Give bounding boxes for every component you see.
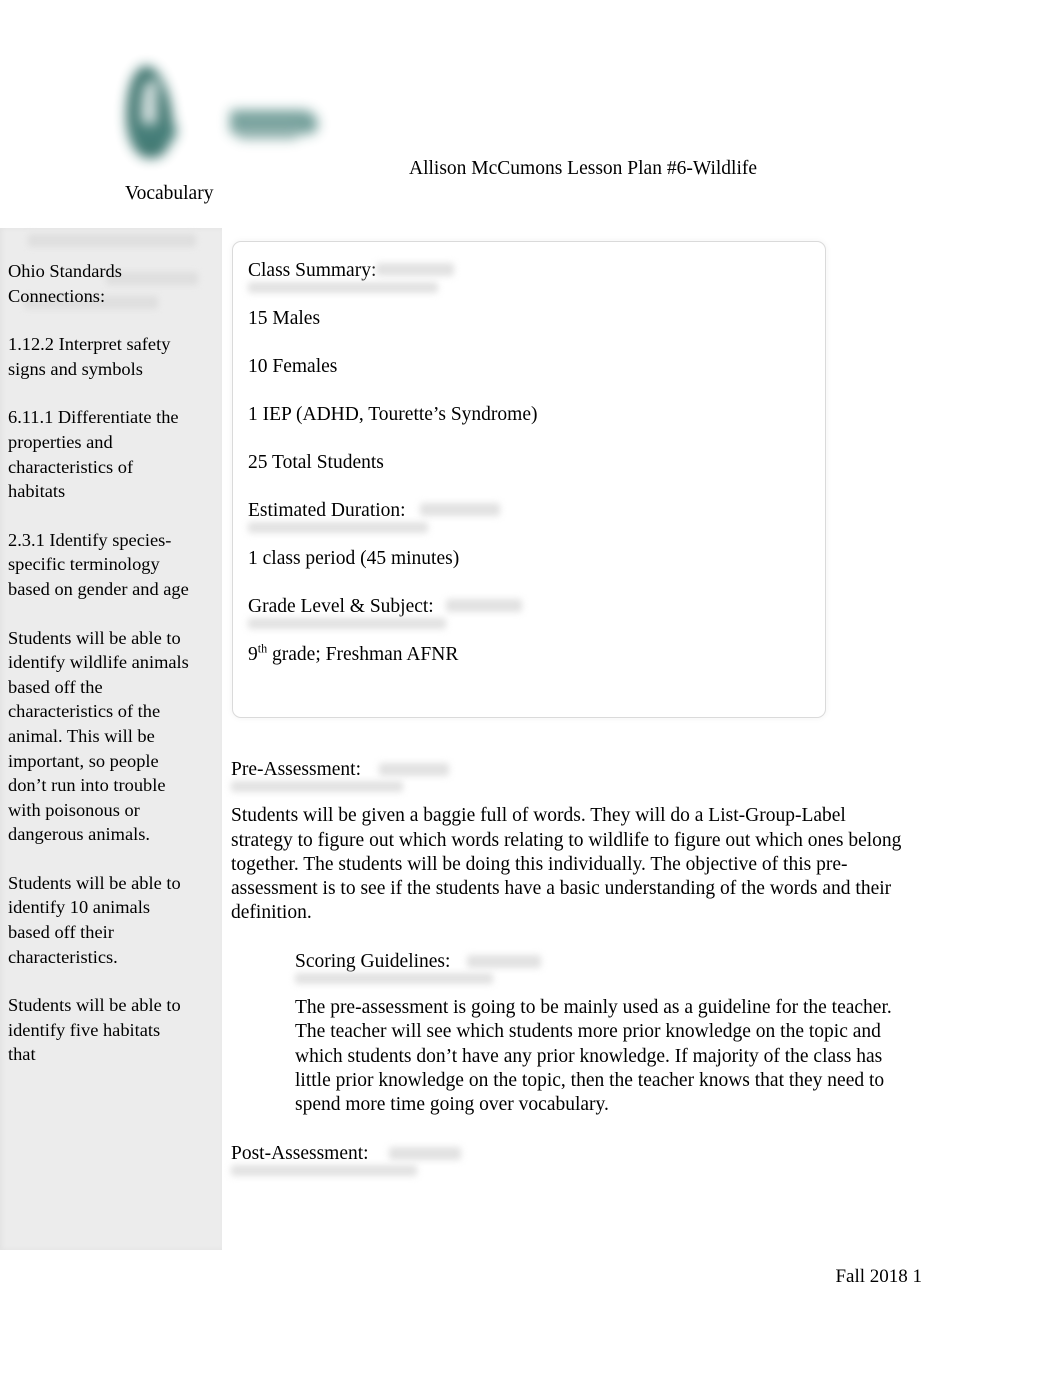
scoring-guidelines-body: The pre-assessment is going to be mainly… — [295, 997, 892, 1116]
redaction-mark — [248, 618, 446, 629]
grade-level-value: 9th grade; Freshman AFNR — [248, 642, 811, 668]
sidebar-heading: Ohio Standards Connections: — [8, 261, 122, 306]
estimated-duration-heading: Estimated Duration: — [248, 498, 811, 533]
redaction-mark — [379, 763, 449, 776]
sidebar-objective-item: Students will be able to identify 10 ani… — [8, 872, 181, 967]
footer-text: Fall 2018 1 — [835, 1266, 922, 1287]
redaction-mark — [231, 781, 403, 792]
grade-level-ordinal-suffix: th — [257, 641, 268, 656]
redaction-mark — [28, 234, 196, 247]
grade-level-number: 9 — [248, 644, 258, 665]
grade-level-heading: Grade Level & Subject: — [248, 594, 811, 629]
class-summary-line: 25 Total Students — [248, 452, 384, 473]
redaction-mark — [389, 1146, 461, 1160]
header-title-line-1: Allison McCumons Lesson Plan #6-Wildlife — [409, 158, 758, 179]
redaction-mark — [248, 522, 428, 533]
sidebar-standard-item: 1.12.2 Interpret safety signs and symbol… — [8, 334, 171, 379]
sidebar-objective-item: Students will be able to identify wildli… — [8, 627, 189, 845]
class-summary-line: 15 Males — [248, 308, 321, 329]
standards-sidebar: Ohio Standards Connections: 1.12.2 Inter… — [0, 228, 222, 1250]
pre-assessment-body: Students will be given a baggie full of … — [231, 805, 902, 924]
redaction-mark — [248, 282, 438, 293]
document-header: Allison McCumons Lesson Plan #6-Wildlife… — [0, 0, 1062, 222]
redaction-mark — [467, 954, 541, 968]
redaction-mark — [231, 1164, 417, 1176]
institution-logo-icon — [118, 62, 318, 167]
redaction-mark — [446, 599, 522, 612]
class-summary-line: 1 IEP (ADHD, Tourette’s Syndrome) — [248, 404, 538, 425]
class-summary-box: Class Summary: 15 Males 10 Females 1 IEP… — [232, 241, 826, 718]
sidebar-standard-item: 2.3.1 Identify species-specific terminol… — [8, 529, 189, 599]
sidebar-objective-item: Students will be able to identify five h… — [8, 995, 181, 1065]
class-summary-line: 10 Females — [248, 356, 338, 377]
scoring-guidelines-heading: Scoring Guidelines: — [295, 950, 895, 984]
scoring-guidelines-block: Scoring Guidelines: The pre-assessment i… — [295, 950, 895, 1118]
logo-wordmark-secondary — [238, 126, 298, 139]
page-footer: Fall 2018 1 — [0, 1264, 1062, 1290]
post-assessment-heading: Post-Assessment: — [231, 1142, 903, 1176]
class-summary-heading: Class Summary: — [248, 258, 811, 293]
estimated-duration-value: 1 class period (45 minutes) — [248, 548, 460, 569]
pre-assessment-heading: Pre-Assessment: — [231, 758, 903, 792]
grade-level-subject: grade; Freshman AFNR — [267, 644, 459, 665]
redaction-mark — [295, 972, 493, 984]
redaction-mark — [420, 503, 500, 516]
main-content: Pre-Assessment: Students will be given a… — [231, 758, 903, 1188]
header-title-line-2: Vocabulary — [125, 183, 214, 204]
redaction-mark — [376, 263, 454, 276]
sidebar-standard-item: 6.11.1 Differentiate the properties and … — [8, 407, 179, 502]
